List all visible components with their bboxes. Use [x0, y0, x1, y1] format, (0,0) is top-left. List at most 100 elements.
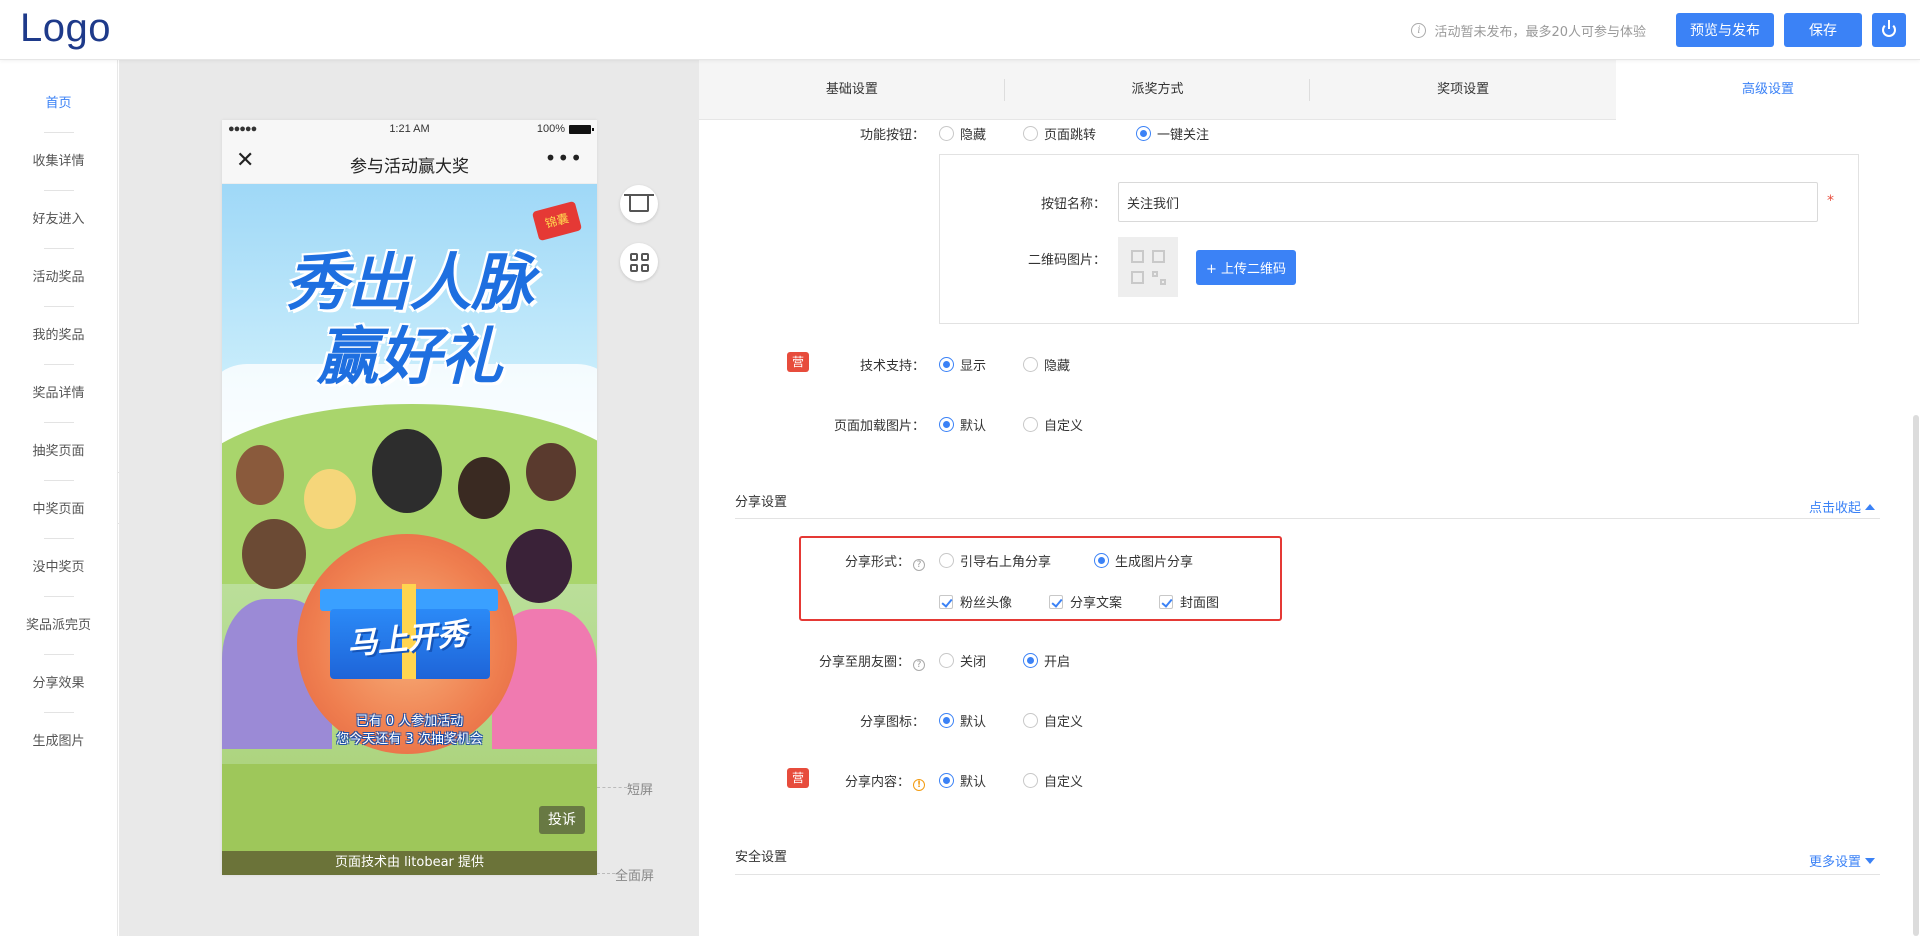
sidebar-item-4[interactable]: 我的奖品: [0, 307, 117, 365]
warning-icon[interactable]: !: [913, 779, 925, 791]
share-icon-option-custom[interactable]: 自定义: [1023, 711, 1083, 730]
info-icon: i: [1411, 22, 1427, 38]
func-button-option-hide[interactable]: 隐藏: [939, 124, 986, 143]
battery-indicator: 100%: [537, 123, 594, 135]
radio-icon: [1023, 713, 1038, 728]
phone-title: 参与活动赢大奖: [350, 157, 469, 177]
func-button-option-jump[interactable]: 页面跳转: [1023, 124, 1096, 143]
share-content-label: 分享内容：!: [799, 771, 925, 791]
tab-1[interactable]: 派奖方式: [1005, 60, 1311, 119]
sidebar-item-2[interactable]: 好友进入: [0, 191, 117, 249]
qr-image-label: 二维码图片：: [1027, 253, 1106, 268]
radio-icon: [1023, 417, 1038, 432]
save-button[interactable]: 保存: [1784, 13, 1862, 47]
sidebar-item-8[interactable]: 没中奖页: [0, 539, 117, 597]
sidebar-item-0[interactable]: 首页: [0, 75, 117, 133]
sidebar-item-7[interactable]: 中奖页面: [0, 481, 117, 539]
share-content-option-default[interactable]: 默认: [939, 771, 986, 790]
theme-skin-button[interactable]: [620, 185, 658, 223]
caret-down-icon: [1865, 857, 1875, 864]
button-name-label: 按钮名称：: [1040, 197, 1106, 212]
security-more-toggle[interactable]: 更多设置: [1809, 851, 1875, 870]
tech-support-option-show[interactable]: 显示: [939, 355, 986, 374]
settings-tabs: 基础设置 派奖方式 奖项设置: [699, 60, 1616, 120]
caret-up-icon: [1865, 503, 1875, 510]
sidebar-list: 首页 收集详情 好友进入 活动奖品 我的奖品 奖品详情 抽奖页面 中奖页面 没中奖页 奖品派完页分…: [0, 60, 117, 771]
sidebar-item-3[interactable]: 活动奖品: [0, 249, 117, 307]
share-moments-label: 分享至朋友圈：?: [739, 651, 925, 671]
person-illustration: [242, 519, 306, 589]
preview-publish-button[interactable]: 预览与发布: [1676, 13, 1774, 47]
publish-notice: i 活动暂未发布，最多20人可参与体验: [1411, 21, 1646, 40]
phone-preview: ●●●●● 1:21 AM 100% ✕ 参与活动赢大奖 ••• 锦囊 秀出人脉…: [222, 120, 597, 875]
security-settings-title: 安全设置: [735, 850, 788, 865]
shirt-icon: [624, 194, 654, 212]
share-collapse-toggle[interactable]: 点击收起: [1809, 497, 1875, 516]
radio-icon: [939, 553, 954, 568]
more-icon[interactable]: •••: [545, 146, 583, 170]
share-section-divider: [735, 518, 1880, 519]
remaining-chances-text: 您今天还有 3 次抽奖机会: [336, 732, 483, 747]
checkbox-checked-icon: [939, 594, 953, 609]
power-button[interactable]: [1872, 13, 1906, 47]
settings-panel: 基础设置 派奖方式 奖项设置 高级设置 功能按钮： 隐藏 页面跳转 一键关注 按钮名…: [699, 60, 1920, 936]
person-illustration: [236, 445, 284, 505]
module-layout-button[interactable]: [620, 243, 658, 281]
share-moments-option-on[interactable]: 开启: [1023, 651, 1070, 670]
tech-support-footer: 页面技术由 litobear 提供: [222, 851, 597, 875]
battery-icon: [569, 124, 594, 134]
tech-support-option-hide[interactable]: 隐藏: [1023, 355, 1070, 374]
full-screen-marker: [597, 873, 615, 874]
qr-code-placeholder-icon: [1118, 237, 1178, 297]
help-icon[interactable]: ?: [913, 659, 925, 671]
share-form-label: 分享形式：?: [799, 551, 925, 571]
activity-poster: 锦囊 秀出人脉 赢好礼 马上开秀 已有 0 人参加活动 您今天还有 3 次抽奖机…: [222, 184, 597, 851]
radio-icon: [1136, 126, 1151, 141]
tab-advanced-settings[interactable]: 高级设置: [1616, 60, 1920, 120]
tab-0[interactable]: 基础设置: [699, 60, 1005, 119]
share-content-option-custom[interactable]: 自定义: [1023, 771, 1083, 790]
radio-icon: [939, 417, 954, 432]
phone-status-bar: ●●●●● 1:21 AM 100%: [222, 120, 597, 140]
person-illustration: [304, 469, 356, 529]
radio-icon: [939, 653, 954, 668]
required-mark: *: [1827, 193, 1834, 209]
share-icon-label: 分享图标：: [859, 715, 925, 730]
radio-icon: [939, 126, 954, 141]
follow-settings-subpanel: 按钮名称： * 二维码图片： + 上传二维码: [939, 154, 1859, 324]
short-screen-label: 短屏: [627, 783, 654, 798]
share-settings-title: 分享设置: [735, 495, 788, 510]
check-fan-avatar[interactable]: 粉丝头像: [939, 592, 1012, 611]
tab-2[interactable]: 奖项设置: [1310, 60, 1616, 119]
share-form-option-guide[interactable]: 引导右上角分享: [939, 551, 1051, 570]
logo: Logo: [20, 6, 111, 50]
radio-icon: [1023, 126, 1038, 141]
radio-icon: [939, 773, 954, 788]
button-name-input[interactable]: [1118, 182, 1818, 222]
check-share-copy[interactable]: 分享文案: [1049, 592, 1122, 611]
loading-image-option-default[interactable]: 默认: [939, 415, 986, 434]
share-form-option-image[interactable]: 生成图片分享: [1094, 551, 1193, 570]
upload-qr-button[interactable]: + 上传二维码: [1196, 250, 1297, 285]
sidebar-item-5[interactable]: 奖品详情: [0, 365, 117, 423]
settings-scrollbar-thumb[interactable]: [1913, 415, 1919, 936]
participant-count-text: 已有 0 人参加活动: [355, 714, 464, 729]
check-cover-image[interactable]: 封面图: [1159, 592, 1219, 611]
help-icon[interactable]: ?: [913, 559, 925, 571]
phone-titlebar: ✕ 参与活动赢大奖 •••: [222, 140, 597, 184]
sidebar-item-1[interactable]: 收集详情: [0, 133, 117, 191]
radio-icon: [1023, 357, 1038, 372]
radio-icon: [1023, 773, 1038, 788]
func-button-option-follow[interactable]: 一键关注: [1136, 124, 1209, 143]
sidebar-item-11[interactable]: 生成图片: [0, 713, 117, 771]
share-moments-option-off[interactable]: 关闭: [939, 651, 986, 670]
loading-image-option-custom[interactable]: 自定义: [1023, 415, 1083, 434]
person-illustration: [458, 457, 510, 519]
radio-icon: [939, 713, 954, 728]
sidebar-item-6[interactable]: 抽奖页面: [0, 423, 117, 481]
sidebar-item-9[interactable]: 奖品派完页: [0, 597, 117, 655]
share-icon-option-default[interactable]: 默认: [939, 711, 986, 730]
complain-button[interactable]: 投诉: [539, 806, 585, 834]
publish-notice-text: 活动暂未发布，最多20人可参与体验: [1434, 24, 1646, 40]
sidebar-item-10[interactable]: 分享效果: [0, 655, 117, 713]
